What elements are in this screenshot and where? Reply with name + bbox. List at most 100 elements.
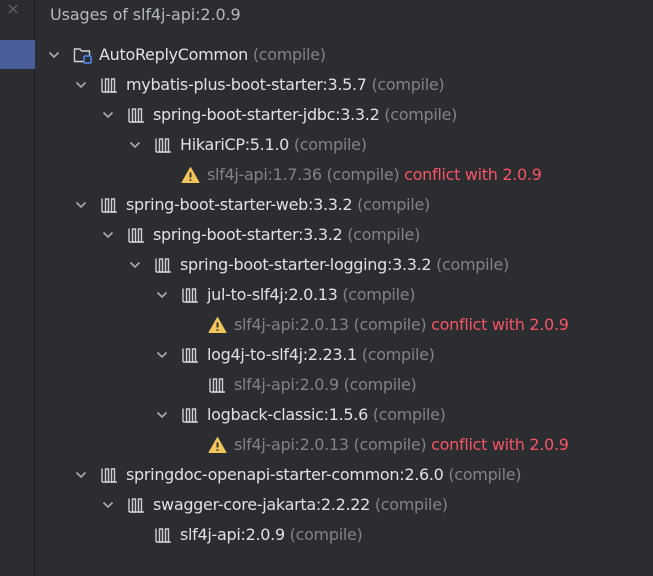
artifact-name: spring-boot-starter-web:3.3.2 (126, 195, 353, 214)
dependency-scope: (compile) (343, 375, 417, 394)
tree-row[interactable]: slf4j-api:2.0.9 (compile) (0, 520, 653, 550)
tree-row[interactable]: slf4j-api:1.7.36 (compile) conflict with… (0, 160, 653, 190)
tree-row-text: springdoc-openapi-starter-common:2.6.0 (… (126, 463, 522, 487)
usages-tree[interactable]: AutoReplyCommon (compile) mybatis-plus-bo… (0, 40, 653, 550)
dependency-scope: (compile) (384, 105, 458, 124)
artifact-name: slf4j-api:2.0.13 (234, 315, 349, 334)
tree-row-text: swagger-core-jakarta:2.2.22 (compile) (153, 493, 448, 517)
tree-row[interactable]: HikariCP:5.1.0 (compile) (0, 130, 653, 160)
dependency-scope: (compile) (374, 495, 448, 514)
close-icon[interactable] (6, 2, 20, 16)
chevron-down-icon[interactable] (102, 229, 114, 241)
library-icon (155, 258, 171, 273)
chevron-down-icon[interactable] (129, 139, 141, 151)
tree-row-text: HikariCP:5.1.0 (compile) (180, 133, 367, 157)
library-icon (101, 468, 117, 483)
tree-row-text: log4j-to-slf4j:2.23.1 (compile) (207, 343, 435, 367)
dependency-scope: (compile) (448, 465, 522, 484)
chevron-down-icon[interactable] (102, 109, 114, 121)
library-icon (182, 408, 198, 423)
artifact-name: jul-to-slf4j:2.0.13 (207, 285, 338, 304)
chevron-down-icon[interactable] (156, 409, 168, 421)
library-icon (155, 138, 171, 153)
tree-row[interactable]: spring-boot-starter-logging:3.3.2 (compi… (0, 250, 653, 280)
tree-row[interactable]: spring-boot-starter-web:3.3.2 (compile) (0, 190, 653, 220)
chevron-down-icon[interactable] (75, 469, 87, 481)
library-icon (182, 288, 198, 303)
library-icon (155, 528, 171, 543)
tree-row-text: spring-boot-starter-web:3.3.2 (compile) (126, 193, 430, 217)
tree-row[interactable]: slf4j-api:2.0.13 (compile) conflict with… (0, 310, 653, 340)
library-icon (128, 228, 144, 243)
artifact-name: log4j-to-slf4j:2.23.1 (207, 345, 357, 364)
dependency-scope: (compile) (361, 345, 435, 364)
tree-row-text: slf4j-api:2.0.9 (compile) (180, 523, 363, 547)
library-icon (101, 198, 117, 213)
artifact-name: logback-classic:1.5.6 (207, 405, 368, 424)
tree-row[interactable]: springdoc-openapi-starter-common:2.6.0 (… (0, 460, 653, 490)
tree-row-text: AutoReplyCommon (compile) (99, 43, 326, 67)
artifact-name: springdoc-openapi-starter-common:2.6.0 (126, 465, 444, 484)
dependency-scope: (compile) (357, 195, 430, 214)
conflict-label: conflict with 2.0.9 (431, 315, 569, 334)
artifact-name: spring-boot-starter:3.3.2 (153, 225, 343, 244)
artifact-name: slf4j-api:1.7.36 (207, 165, 322, 184)
tree-row-text: logback-classic:1.5.6 (compile) (207, 403, 446, 427)
dependency-scope: (compile) (342, 285, 416, 304)
library-icon (128, 108, 144, 123)
artifact-name: slf4j-api:2.0.9 (180, 525, 285, 544)
conflict-label: conflict with 2.0.9 (431, 435, 569, 454)
tree-row-text: slf4j-api:2.0.13 (compile) conflict with… (234, 433, 569, 457)
tree-row-text: jul-to-slf4j:2.0.13 (compile) (207, 283, 416, 307)
dependency-scope: (compile) (436, 255, 509, 274)
tree-row[interactable]: log4j-to-slf4j:2.23.1 (compile) (0, 340, 653, 370)
tree-row[interactable]: mybatis-plus-boot-starter:3.5.7 (compile… (0, 70, 653, 100)
chevron-down-icon[interactable] (156, 349, 168, 361)
tree-row[interactable]: AutoReplyCommon (compile) (0, 40, 653, 70)
tree-row[interactable]: logback-classic:1.5.6 (compile) (0, 400, 653, 430)
dependency-scope: (compile) (353, 315, 427, 334)
artifact-name: HikariCP:5.1.0 (180, 135, 290, 154)
tree-row-text: mybatis-plus-boot-starter:3.5.7 (compile… (126, 73, 445, 97)
chevron-down-icon[interactable] (129, 259, 141, 271)
artifact-name: swagger-core-jakarta:2.2.22 (153, 495, 371, 514)
dependency-scope: (compile) (371, 75, 445, 94)
dependency-scope: (compile) (347, 225, 421, 244)
library-icon (128, 498, 144, 513)
tree-row[interactable]: jul-to-slf4j:2.0.13 (compile) (0, 280, 653, 310)
chevron-down-icon[interactable] (48, 49, 60, 61)
dependency-scope: (compile) (326, 165, 400, 184)
artifact-name: slf4j-api:2.0.13 (234, 435, 349, 454)
library-icon (209, 378, 225, 393)
module-icon (73, 48, 92, 64)
tree-row-text: slf4j-api:2.0.13 (compile) conflict with… (234, 313, 569, 337)
dependency-scope: (compile) (353, 435, 427, 454)
dependency-scope: (compile) (252, 45, 326, 64)
artifact-name: mybatis-plus-boot-starter:3.5.7 (126, 75, 367, 94)
tree-row[interactable]: spring-boot-starter-jdbc:3.3.2 (compile) (0, 100, 653, 130)
dependency-scope: (compile) (372, 405, 446, 424)
tree-row-text: spring-boot-starter-logging:3.3.2 (compi… (180, 253, 509, 277)
chevron-down-icon[interactable] (156, 289, 168, 301)
tree-row-text: spring-boot-starter:3.3.2 (compile) (153, 223, 420, 247)
artifact-name: spring-boot-starter-jdbc:3.3.2 (153, 105, 380, 124)
warning-icon (208, 317, 227, 333)
warning-icon (181, 167, 200, 183)
artifact-name: slf4j-api:2.0.9 (234, 375, 339, 394)
tree-row[interactable]: slf4j-api:2.0.9 (compile) (0, 370, 653, 400)
tree-row-text: slf4j-api:1.7.36 (compile) conflict with… (207, 163, 542, 187)
tree-row[interactable]: spring-boot-starter:3.3.2 (compile) (0, 220, 653, 250)
warning-icon (208, 437, 227, 453)
artifact-name: spring-boot-starter-logging:3.3.2 (180, 255, 432, 274)
tree-row-text: slf4j-api:2.0.9 (compile) (234, 373, 417, 397)
artifact-name: AutoReplyCommon (99, 45, 249, 64)
tree-row[interactable]: slf4j-api:2.0.13 (compile) conflict with… (0, 430, 653, 460)
dependency-scope: (compile) (289, 525, 363, 544)
tree-row[interactable]: swagger-core-jakarta:2.2.22 (compile) (0, 490, 653, 520)
chevron-down-icon[interactable] (75, 79, 87, 91)
chevron-down-icon[interactable] (75, 199, 87, 211)
library-icon (182, 348, 198, 363)
library-icon (101, 78, 117, 93)
conflict-label: conflict with 2.0.9 (404, 165, 542, 184)
chevron-down-icon[interactable] (102, 499, 114, 511)
